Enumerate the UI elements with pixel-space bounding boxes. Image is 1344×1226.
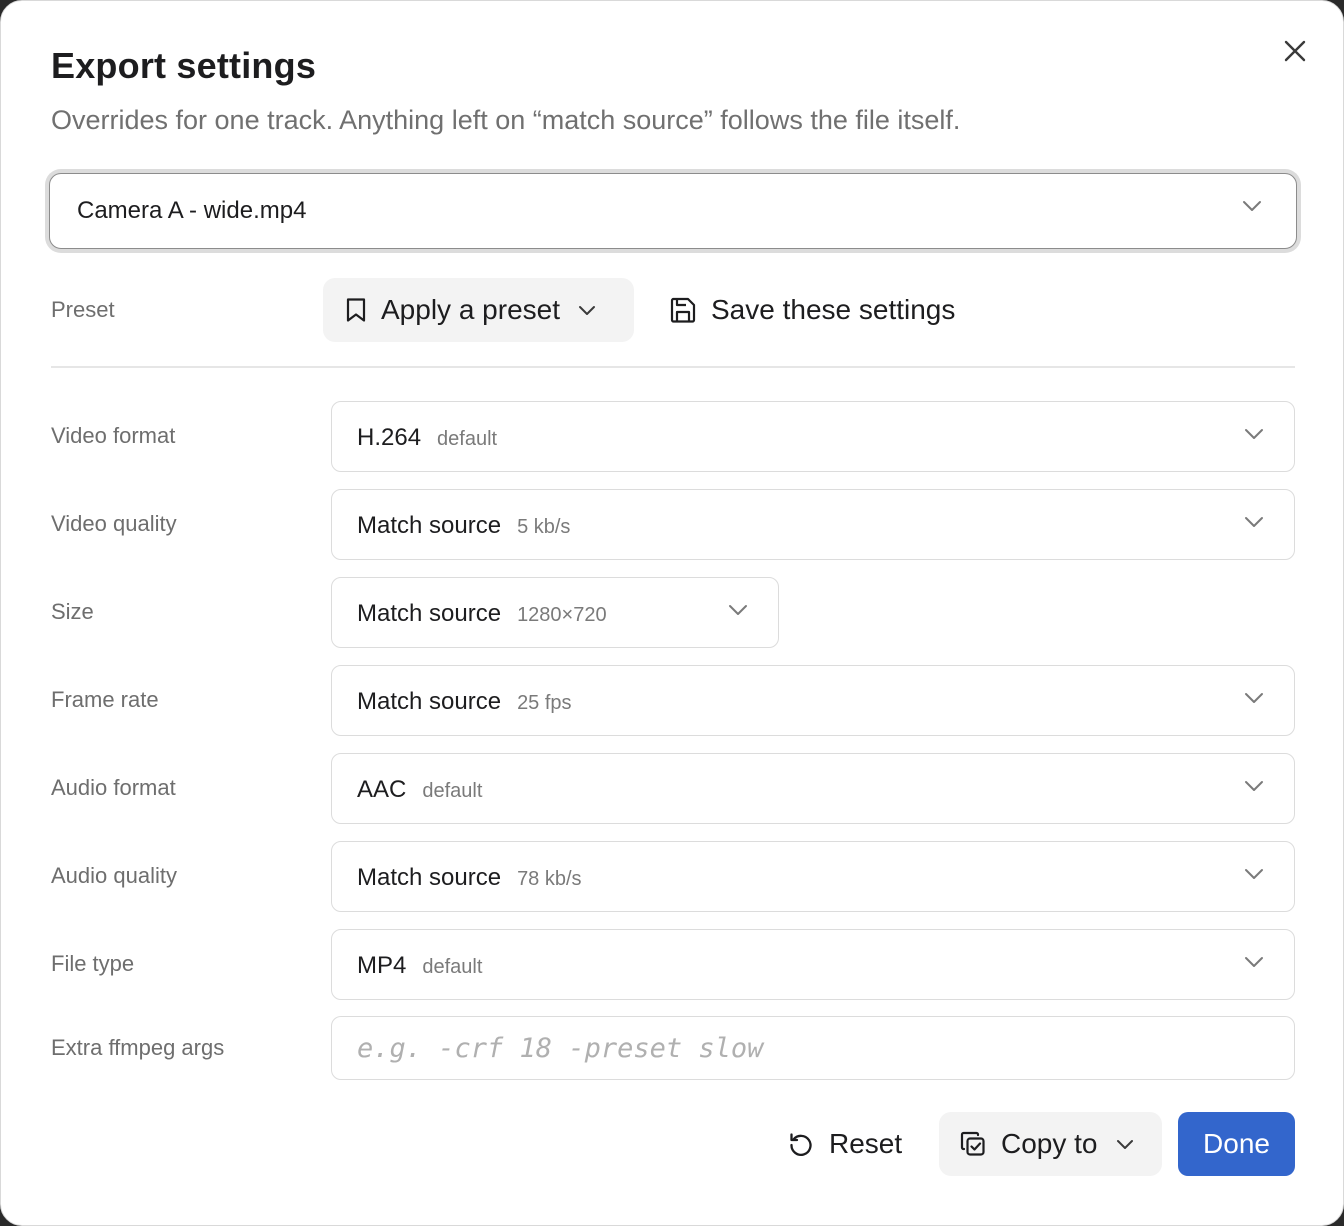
video-format-hint: default <box>437 428 498 450</box>
bookmark-icon <box>346 298 366 322</box>
file-type-value: MP4 <box>357 952 407 979</box>
floppy-disk-icon <box>670 297 696 323</box>
save-settings-label: Save these settings <box>711 294 956 325</box>
frame-rate-value: Match source <box>357 688 502 715</box>
copy-to-label: Copy to <box>1001 1128 1098 1159</box>
frame-rate-label: Frame rate <box>51 687 159 712</box>
preset-label: Preset <box>51 297 115 322</box>
copy-to-button[interactable]: Copy to <box>939 1112 1162 1176</box>
section-divider <box>51 366 1295 368</box>
reset-icon <box>790 1133 812 1156</box>
video-quality-label: Video quality <box>51 511 177 536</box>
video-quality-select[interactable]: Match source 5 kb/s <box>331 489 1295 560</box>
close-icon <box>1284 40 1306 62</box>
size-hint: 1280×720 <box>517 604 607 626</box>
video-format-label: Video format <box>51 423 176 448</box>
export-settings-dialog: Export settings Overrides for one track.… <box>0 0 1344 1226</box>
size-select[interactable]: Match source 1280×720 <box>331 577 779 648</box>
copy-icon <box>960 1131 985 1156</box>
audio-format-value: AAC <box>357 776 407 803</box>
video-quality-value: Match source <box>357 512 502 539</box>
file-type-label: File type <box>51 951 135 976</box>
chevron-down-icon <box>1245 693 1263 703</box>
frame-rate-hint: 25 fps <box>517 692 572 714</box>
chevron-down-icon <box>1116 1139 1133 1149</box>
reset-label: Reset <box>829 1128 903 1159</box>
chevron-down-icon <box>1245 517 1263 527</box>
chevron-down-icon <box>579 305 595 315</box>
audio-format-select[interactable]: AAC default <box>331 753 1295 824</box>
dialog-title: Export settings <box>51 45 317 86</box>
audio-quality-hint: 78 kb/s <box>517 868 582 890</box>
save-settings-button[interactable]: Save these settings <box>669 278 955 342</box>
size-value: Match source <box>357 600 502 627</box>
size-label: Size <box>51 599 94 624</box>
chevron-down-icon <box>729 605 747 615</box>
file-type-select[interactable]: MP4 default <box>331 929 1295 1000</box>
dialog-subtitle: Overrides for one track. Anything left o… <box>51 105 961 135</box>
chevron-down-icon <box>1245 957 1263 967</box>
track-select-value: Camera A - wide.mp4 <box>77 197 307 224</box>
chevron-down-icon <box>1243 201 1261 211</box>
video-format-select[interactable]: H.264 default <box>331 401 1295 472</box>
audio-quality-label: Audio quality <box>51 863 177 888</box>
reset-button[interactable]: Reset <box>787 1112 902 1176</box>
frame-rate-select[interactable]: Match source 25 fps <box>331 665 1295 736</box>
extra-args-label: Extra ffmpeg args <box>51 1035 225 1060</box>
audio-format-hint: default <box>422 780 483 802</box>
track-select[interactable]: Camera A - wide.mp4 <box>49 173 1297 249</box>
apply-preset-label: Apply a preset <box>381 294 560 325</box>
audio-quality-select[interactable]: Match source 78 kb/s <box>331 841 1295 912</box>
audio-quality-value: Match source <box>357 864 502 891</box>
chevron-down-icon <box>1245 429 1263 439</box>
apply-preset-button[interactable]: Apply a preset <box>323 278 634 342</box>
extra-args-input[interactable] <box>331 1016 1295 1080</box>
done-button[interactable]: Done <box>1178 1112 1295 1176</box>
video-quality-hint: 5 kb/s <box>517 516 571 538</box>
video-format-value: H.264 <box>357 424 422 451</box>
file-type-hint: default <box>422 956 483 978</box>
chevron-down-icon <box>1245 781 1263 791</box>
close-button[interactable] <box>1275 31 1315 71</box>
audio-format-label: Audio format <box>51 775 176 800</box>
chevron-down-icon <box>1245 869 1263 879</box>
